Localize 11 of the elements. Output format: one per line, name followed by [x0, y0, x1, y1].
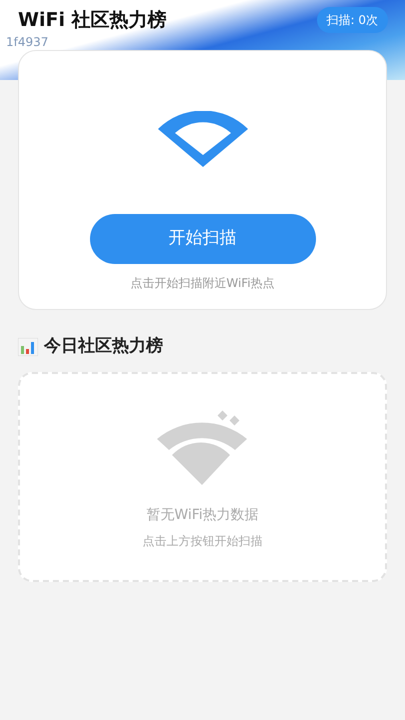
- wifi-off-icon: [156, 408, 248, 484]
- start-scan-button[interactable]: 开始扫描: [90, 214, 316, 264]
- app-title: WiFi 社区热力榜: [18, 8, 167, 33]
- bar-chart-icon: [18, 338, 38, 356]
- wifi-icon: [158, 111, 248, 167]
- empty-title: 暂无WiFi热力数据: [146, 506, 259, 524]
- section-title: 今日社区热力榜: [44, 335, 163, 358]
- empty-hint: 点击上方按钮开始扫描: [142, 532, 262, 550]
- scan-hint: 点击开始扫描附近WiFi热点: [130, 275, 275, 292]
- scan-count-badge: 扫描: 0次: [316, 7, 388, 33]
- code-text: 1f4937: [6, 35, 48, 49]
